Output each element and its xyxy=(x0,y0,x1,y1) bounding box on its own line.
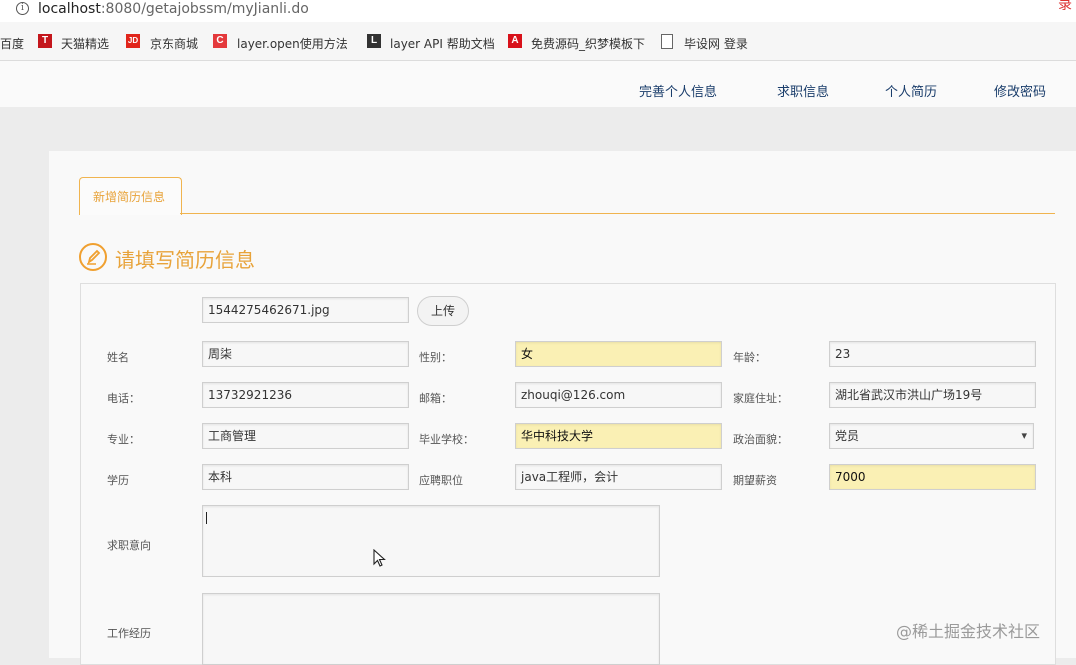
experience-textarea[interactable] xyxy=(202,593,660,665)
nav-change-password[interactable]: 修改密码 xyxy=(994,81,1046,100)
info-icon[interactable]: i xyxy=(16,2,29,15)
bookmark-bishe[interactable]: 毕设网 登录 xyxy=(684,35,748,52)
political-label: 政治面貌： xyxy=(733,433,788,446)
corner-text: 录 xyxy=(1058,0,1072,13)
tab-divider xyxy=(180,213,1055,214)
bookmarks-bar: 百度 T 天猫精选 JD 京东商城 C layer.open使用方法 L lay… xyxy=(0,22,1076,61)
tab-label: 新增简历信息 xyxy=(93,190,166,204)
page-icon xyxy=(661,34,673,49)
gender-label: 性别： xyxy=(419,351,452,364)
experience-label: 工作经历 xyxy=(107,627,151,640)
jd-icon: JD xyxy=(126,34,140,48)
layer-icon: L xyxy=(367,34,381,48)
source-icon: A xyxy=(508,34,522,48)
phone-field[interactable]: 13732921236 xyxy=(202,382,409,408)
pencil-icon xyxy=(79,243,107,271)
photo-filename-field[interactable]: 1544275462671.jpg xyxy=(202,297,409,323)
email-label: 邮箱： xyxy=(419,392,452,405)
nav-complete-info[interactable]: 完善个人信息 xyxy=(639,81,717,100)
position-label: 应聘职位 xyxy=(419,474,463,487)
gender-field[interactable]: 女 xyxy=(515,341,722,367)
bookmark-tmall[interactable]: 天猫精选 xyxy=(61,35,109,52)
url-host: localhost xyxy=(38,1,101,17)
age-field[interactable]: 23 xyxy=(829,341,1036,367)
csdn-icon: C xyxy=(213,34,227,48)
major-label: 专业： xyxy=(107,433,140,446)
bookmark-layer-open[interactable]: layer.open使用方法 xyxy=(237,35,348,52)
watermark: @稀土掘金技术社区 xyxy=(896,622,1041,641)
position-field[interactable]: java工程师，会计 xyxy=(515,464,722,490)
bookmark-free-source[interactable]: 免费源码_织梦模板下 xyxy=(531,35,645,52)
address-field[interactable]: 湖北省武汉市洪山广场19号 xyxy=(829,382,1036,408)
nav-job-info[interactable]: 求职信息 xyxy=(777,81,829,100)
nav-resume[interactable]: 个人简历 xyxy=(885,81,937,100)
bookmark-baidu[interactable]: 百度 xyxy=(0,35,24,52)
top-nav: 完善个人信息 求职信息 个人简历 修改密码 xyxy=(0,61,1076,107)
political-value: 党员 xyxy=(835,429,860,443)
text-caret xyxy=(206,512,207,524)
salary-label: 期望薪资 xyxy=(733,474,777,487)
name-label: 姓名 xyxy=(107,351,129,364)
intention-label: 求职意向 xyxy=(107,539,151,552)
mouse-cursor-icon xyxy=(373,548,387,569)
education-label: 学历 xyxy=(107,474,129,487)
bookmark-layer-api[interactable]: layer API 帮助文档 xyxy=(390,35,495,52)
tmall-icon: T xyxy=(38,34,52,48)
political-select[interactable]: 党员 xyxy=(829,423,1034,449)
school-label: 毕业学校： xyxy=(419,433,474,446)
address-label: 家庭住址： xyxy=(733,392,788,405)
phone-label: 电话： xyxy=(107,392,140,405)
upload-button[interactable]: 上传 xyxy=(417,296,469,326)
name-field[interactable]: 周柒 xyxy=(202,341,409,367)
url-text[interactable]: localhost:8080/getajobssm/myJianli.do xyxy=(38,1,309,17)
age-label: 年龄： xyxy=(733,351,766,364)
page-title: 请填写简历信息 xyxy=(115,248,255,272)
email-field[interactable]: zhouqi@126.com xyxy=(515,382,722,408)
bookmark-jd[interactable]: 京东商城 xyxy=(150,35,198,52)
major-field[interactable]: 工商管理 xyxy=(202,423,409,449)
education-field[interactable]: 本科 xyxy=(202,464,409,490)
salary-field[interactable]: 7000 xyxy=(829,464,1036,490)
intention-textarea[interactable] xyxy=(202,505,660,577)
url-path: :8080/getajobssm/myJianli.do xyxy=(100,1,309,17)
school-field[interactable]: 华中科技大学 xyxy=(515,423,722,449)
